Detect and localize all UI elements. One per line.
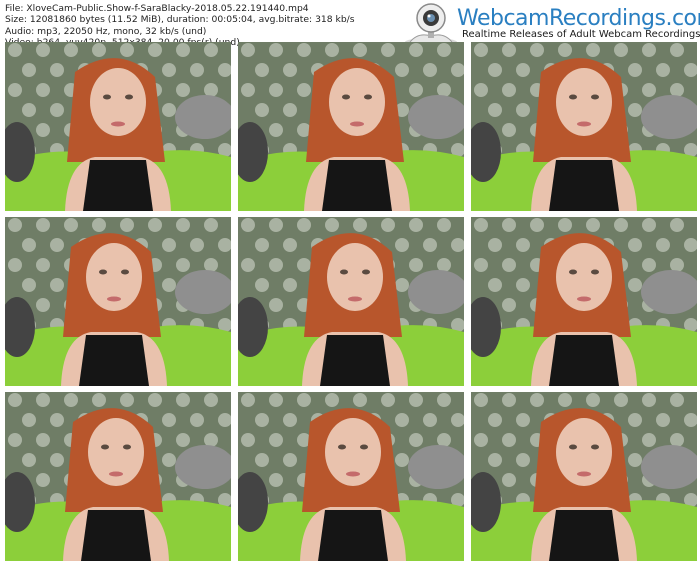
logo-title: WebcamRecordings.com (457, 6, 700, 31)
thumbnail-frame (238, 42, 464, 211)
thumbnail-frame (5, 392, 231, 561)
thumbnail-frame (471, 392, 697, 561)
thumbnail-frame (5, 42, 231, 211)
audio-info-line: Audio: mp3, 22050 Hz, mono, 32 kb/s (und… (5, 25, 207, 37)
thumbnail-frame (5, 217, 231, 386)
site-logo: WebcamRecordings.com Realtime Releases o… (400, 2, 700, 46)
thumbnail-frame (238, 392, 464, 561)
logo-subtitle: Realtime Releases of Adult Webcam Record… (462, 29, 700, 40)
thumbnail-grid (5, 42, 697, 561)
thumbnail-frame (471, 217, 697, 386)
file-name-line: File: XloveCam-Public.Show-f-SaraBlacky-… (5, 3, 309, 14)
thumbnail-frame (238, 217, 464, 386)
thumbnail-frame (471, 42, 697, 211)
file-size-line: Size: 12081860 bytes (11.52 MiB), durati… (5, 14, 355, 26)
